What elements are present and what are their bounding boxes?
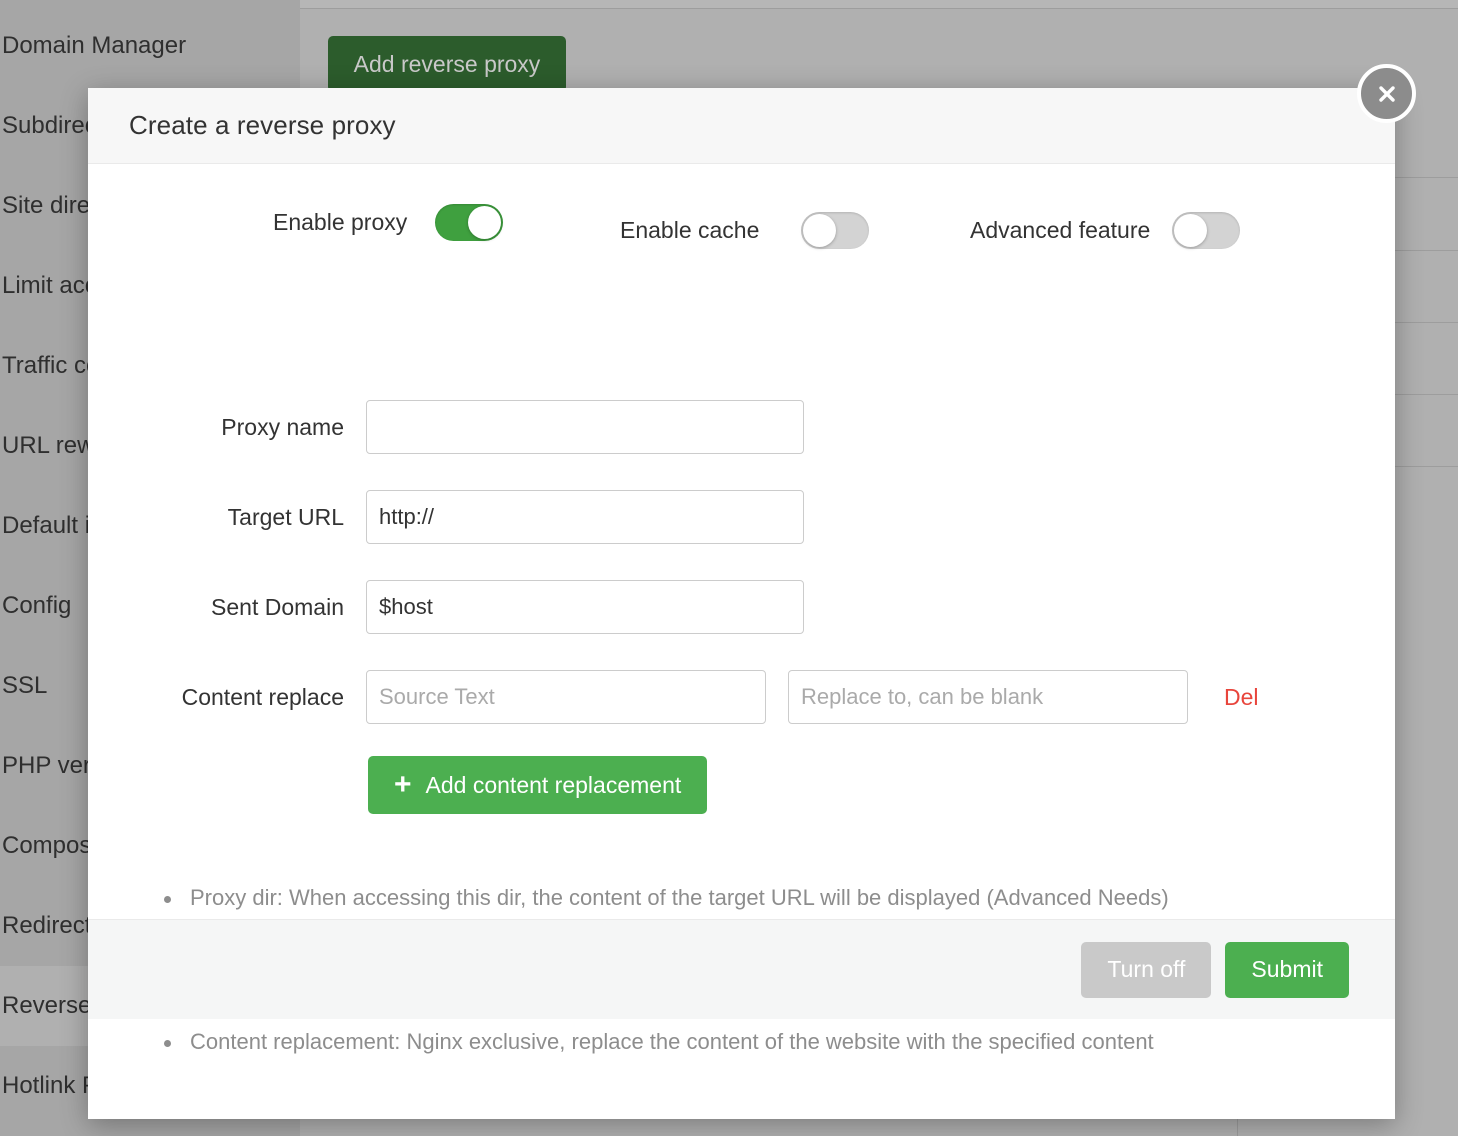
advanced-feature-group: Advanced feature	[970, 212, 1240, 249]
sidebar-item-label: Redirect	[2, 912, 91, 940]
list-item: Content replacement: Nginx exclusive, re…	[158, 1018, 1169, 1066]
target-url-row: Target URL	[88, 486, 1395, 548]
toggle-knob	[1174, 214, 1207, 247]
proxy-name-input[interactable]	[366, 400, 804, 454]
enable-proxy-label: Enable proxy	[273, 209, 407, 236]
dialog-header: Create a reverse proxy	[88, 88, 1395, 164]
delete-replacement-link[interactable]: Del	[1224, 684, 1259, 711]
content-replace-label: Content replace	[88, 684, 366, 711]
add-content-replacement-button[interactable]: + Add content replacement	[368, 756, 707, 814]
sidebar-item-label: PHP ver	[2, 752, 91, 780]
enable-proxy-toggle[interactable]	[435, 204, 503, 241]
sidebar-item-label: Config	[2, 592, 71, 620]
add-reverse-proxy-button[interactable]: Add reverse proxy	[328, 36, 566, 92]
list-item: Proxy dir: When accessing this dir, the …	[158, 874, 1169, 922]
toggle-knob	[803, 214, 836, 247]
enable-proxy-group: Enable proxy	[273, 204, 503, 241]
plus-icon: +	[394, 770, 412, 800]
create-reverse-proxy-dialog: Create a reverse proxy Enable proxy Enab…	[88, 88, 1395, 1119]
sidebar-item-label: URL rew	[2, 432, 94, 460]
enable-cache-group: Enable cache	[620, 212, 869, 249]
toggle-row: Enable proxy Enable cache Advanced featu…	[88, 164, 1395, 284]
add-reverse-proxy-label: Add reverse proxy	[354, 51, 541, 78]
content-replace-source-input[interactable]	[366, 670, 766, 724]
submit-button[interactable]: Submit	[1225, 942, 1349, 998]
target-url-label: Target URL	[88, 504, 366, 531]
content-topbar	[300, 0, 1458, 9]
turn-off-button[interactable]: Turn off	[1081, 942, 1211, 998]
sidebar-item-label: Traffic co	[2, 352, 99, 380]
proxy-name-row: Proxy name	[88, 396, 1395, 458]
sent-domain-label: Sent Domain	[88, 594, 366, 621]
content-replace-row: Content replace Del	[88, 666, 1395, 728]
sent-domain-input[interactable]	[366, 580, 804, 634]
sidebar-item-label: Hotlink P	[2, 1072, 98, 1100]
advanced-feature-label: Advanced feature	[970, 217, 1150, 244]
sidebar-item-label: Domain Manager	[2, 32, 186, 60]
enable-cache-toggle[interactable]	[801, 212, 869, 249]
sidebar-item-label: Limit acc	[2, 272, 97, 300]
content-replace-target-input[interactable]	[788, 670, 1188, 724]
sidebar-item-label: Reverse	[2, 992, 91, 1020]
enable-cache-label: Enable cache	[620, 217, 759, 244]
advanced-feature-toggle[interactable]	[1172, 212, 1240, 249]
sidebar-item-domain-manager[interactable]: Domain Manager	[0, 6, 300, 86]
close-icon[interactable]	[1357, 64, 1416, 123]
dialog-body: Enable proxy Enable cache Advanced featu…	[88, 164, 1395, 1019]
sidebar-item-label: SSL	[2, 672, 47, 700]
dialog-title: Create a reverse proxy	[88, 110, 396, 141]
sent-domain-row: Sent Domain	[88, 576, 1395, 638]
sidebar-item-label: Subdirec	[2, 112, 97, 140]
toggle-knob	[468, 206, 501, 239]
proxy-name-label: Proxy name	[88, 414, 366, 441]
target-url-input[interactable]	[366, 490, 804, 544]
add-content-replacement-label: Add content replacement	[426, 772, 682, 799]
sidebar-item-label: Default i	[2, 512, 90, 540]
dialog-footer: Turn off Submit	[88, 919, 1395, 1019]
sidebar-item-label: Compos	[2, 832, 91, 860]
